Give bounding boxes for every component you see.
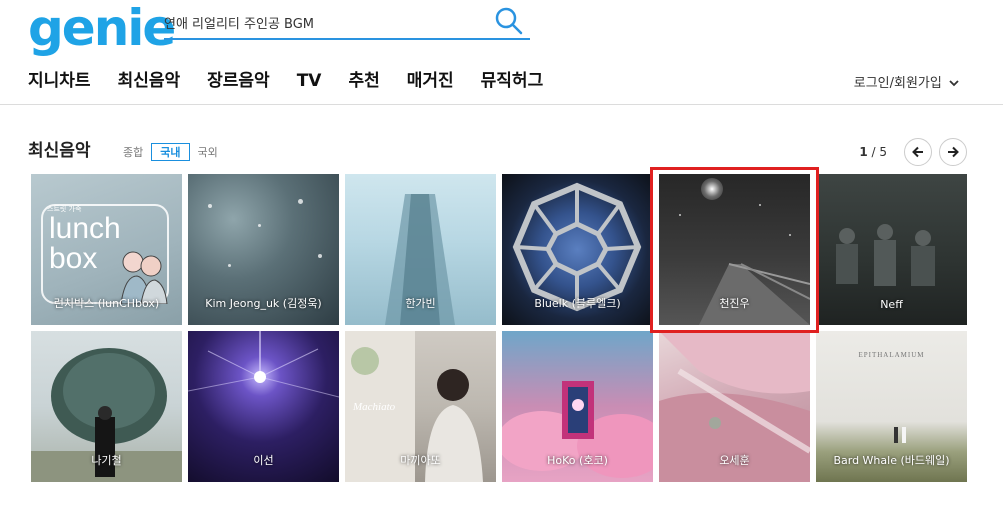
pager: 1 / 5 — [859, 138, 967, 166]
next-page-button[interactable] — [939, 138, 967, 166]
album-tile[interactable]: 오세훈 — [659, 331, 810, 482]
snow-dot — [208, 204, 212, 208]
filter-overseas[interactable]: 국외 — [196, 143, 220, 161]
album-caption: Bluelk (블루엘크) — [534, 297, 621, 310]
album-tile[interactable]: HoKo (호코) — [502, 331, 653, 482]
login-link[interactable]: 로그인/회원가입 — [854, 72, 959, 91]
album-caption: 나기철 — [91, 454, 122, 467]
nav-item-chart[interactable]: 지니차트 — [28, 66, 91, 96]
album-tile[interactable]: 이선 — [188, 331, 339, 482]
section-title: 최신음악 — [28, 141, 91, 161]
nav-item-magazine[interactable]: 매거진 — [407, 66, 454, 96]
album-art-text: lunch box — [49, 212, 121, 275]
album-tile[interactable]: 한가빈 — [345, 174, 496, 325]
nav-item-musichug[interactable]: 뮤직허그 — [481, 66, 544, 96]
nav-item-recommend[interactable]: 추천 — [348, 66, 379, 96]
album-art-text: Machiato — [353, 401, 396, 413]
page-total: / 5 — [871, 145, 888, 159]
album-tile[interactable]: 나기철 — [31, 331, 182, 482]
search-input[interactable] — [164, 8, 484, 36]
chevron-down-icon — [949, 80, 959, 87]
search-bar — [164, 4, 530, 40]
genie-logo[interactable]: genie — [28, 0, 176, 56]
nav-item-genre[interactable]: 장르음악 — [207, 66, 270, 96]
page-current: 1 — [859, 145, 868, 159]
snow-dot — [318, 254, 322, 258]
snow-dot — [298, 199, 303, 204]
prev-page-button[interactable] — [904, 138, 932, 166]
album-caption: 오세훈 — [719, 454, 750, 467]
album-tile[interactable]: Neff — [816, 174, 967, 325]
header-divider — [0, 104, 1003, 105]
album-caption: 런치박스 (lunCHbox) — [53, 297, 160, 310]
search-icon[interactable] — [494, 6, 524, 36]
filter-domestic[interactable]: 국내 — [151, 143, 190, 161]
filter-tabs: 종합 국내 국외 — [121, 143, 226, 161]
page-indicator: 1 / 5 — [859, 145, 887, 159]
main-nav: 지니차트 최신음악 장르음악 TV 추천 매거진 뮤직허그 — [28, 66, 570, 96]
album-caption: Bard Whale (바드웨일) — [833, 454, 950, 467]
album-tile[interactable]: EPITHALAMIUM Bard Whale (바드웨일) — [816, 331, 967, 482]
album-art-subtext: 스트릿 가죽 — [47, 205, 82, 213]
album-tile[interactable]: Machiato 마끼아또 — [345, 331, 496, 482]
album-tile[interactable]: Kim Jeong_uk (김정욱) — [188, 174, 339, 325]
arrow-left-icon — [912, 146, 923, 158]
filter-all[interactable]: 종합 — [121, 143, 145, 161]
snow-dot — [228, 264, 231, 267]
album-caption: Kim Jeong_uk (김정욱) — [205, 297, 322, 310]
snow-dot — [258, 224, 261, 227]
album-caption: 이선 — [253, 454, 274, 467]
nav-item-latest[interactable]: 최신음악 — [118, 66, 181, 96]
album-tile[interactable]: lunch box 스트릿 가죽 런치박스 (lunCHbox) — [31, 174, 182, 325]
login-label: 로그인/회원가입 — [853, 76, 942, 91]
album-caption: Neff — [880, 298, 903, 311]
arrow-right-icon — [948, 146, 959, 158]
album-tile[interactable]: Bluelk (블루엘크) — [502, 174, 653, 325]
album-caption: 한가빈 — [405, 297, 436, 310]
album-caption: 마끼아또 — [400, 454, 441, 467]
selection-highlight — [650, 167, 819, 333]
album-caption: HoKo (호코) — [547, 454, 608, 467]
nav-item-tv[interactable]: TV — [297, 66, 322, 96]
